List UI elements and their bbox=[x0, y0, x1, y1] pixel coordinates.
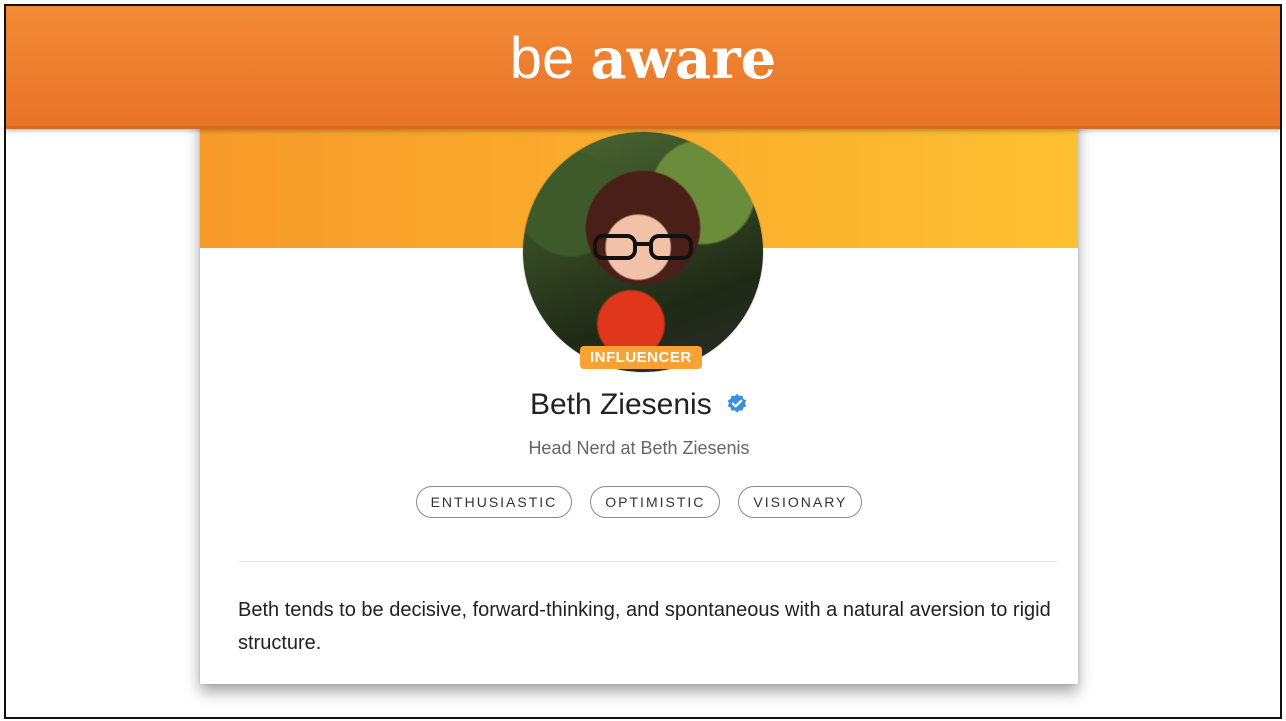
trait-tag-optimistic[interactable]: OPTIMISTIC bbox=[590, 486, 721, 518]
slide-title: be aware bbox=[510, 24, 777, 94]
title-banner: be aware bbox=[6, 6, 1280, 129]
profile-name: Beth Ziesenis bbox=[529, 388, 712, 421]
trait-tag-enthusiastic[interactable]: ENTHUSIASTIC bbox=[415, 486, 573, 518]
avatar bbox=[523, 132, 763, 372]
slide-title-bold: aware bbox=[590, 26, 777, 92]
trait-tag-visionary[interactable]: VISIONARY bbox=[738, 486, 863, 518]
influencer-badge: INFLUENCER bbox=[580, 346, 702, 369]
profile-bio: Beth tends to be decisive, forward-think… bbox=[238, 599, 1051, 654]
profile-name-row: Beth Ziesenis bbox=[200, 388, 1078, 422]
glasses-graphic bbox=[593, 234, 693, 260]
profile-card: INFLUENCER Beth Ziesenis Head Nerd at Be… bbox=[200, 106, 1078, 684]
trait-tags: ENTHUSIASTIC OPTIMISTIC VISIONARY bbox=[200, 486, 1078, 518]
verified-check-icon bbox=[727, 393, 747, 413]
slide: be aware INFLUENCER Beth Ziesenis Head N… bbox=[4, 4, 1282, 719]
divider bbox=[238, 561, 1058, 562]
slide-title-light: be bbox=[509, 26, 575, 91]
profile-headline: Head Nerd at Beth Ziesenis bbox=[528, 438, 750, 458]
